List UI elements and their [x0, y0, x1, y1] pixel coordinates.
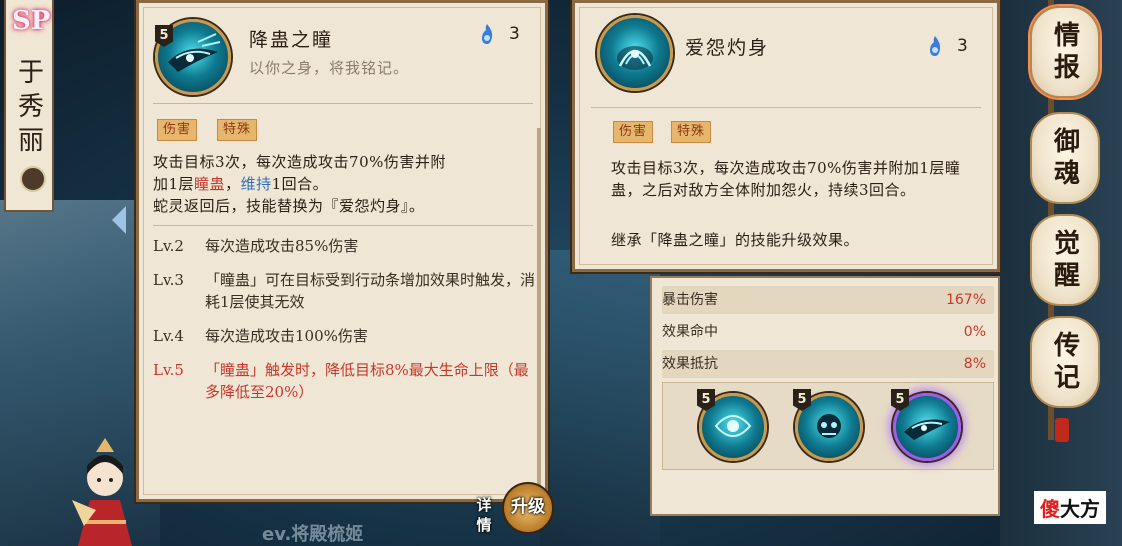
- keyword-duration[interactable]: 维持: [241, 175, 272, 193]
- stat-label: 效果抵抗: [662, 356, 718, 372]
- character-name-char: 丽: [17, 126, 44, 156]
- level-row: Lv.3 「瞳蛊」可在目标受到行动条增加效果时触发，消耗1层使其无效: [153, 269, 543, 313]
- stats-panel: 暴击伤害 167% 效果命中 0% 效果抵抗 8% 5 5 5: [650, 276, 1000, 516]
- tag-special: 特殊: [217, 119, 258, 141]
- tag-special: 特殊: [671, 121, 712, 143]
- level-label: Lv.3: [153, 271, 184, 289]
- skill-icon-ai-yuan: [597, 15, 673, 91]
- desc-text: 1回合。: [271, 175, 329, 193]
- skill-cost: 3: [957, 36, 968, 56]
- desc-text: 加1层: [153, 175, 195, 193]
- watermark-black: 大方: [1060, 497, 1100, 521]
- menu-label-char: 情报: [1053, 21, 1080, 83]
- upgrade-label: 升级: [511, 497, 545, 517]
- level-divider: [153, 225, 533, 226]
- skill-detail-card: 5 降蛊之瞳 以你之身，将我铭记。 3 伤害 特殊 攻击目标3次，每次造成攻击7…: [136, 0, 548, 502]
- menu-label-char: 觉醒: [1053, 229, 1080, 291]
- watermark-red: 傻: [1040, 497, 1060, 521]
- level-row: Lv.4 每次造成攻击100%伤害: [153, 325, 543, 347]
- skill-inherit-note: 继承「降蛊之瞳」的技能升级效果。: [611, 231, 860, 249]
- prev-skill-arrow-icon[interactable]: [112, 206, 126, 234]
- skill-description: 攻击目标3次，每次造成攻击70%伤害并附加1层瞳蛊，之后对敌方全体附加怨火，持续…: [611, 159, 961, 199]
- menu-label-char: 御魂: [1053, 127, 1080, 189]
- tassel-icon: [1055, 418, 1069, 442]
- level-row: Lv.2 每次造成攻击85%伤害: [153, 235, 543, 257]
- tag-damage: 伤害: [613, 121, 654, 143]
- character-name-char: 秀: [17, 92, 44, 122]
- level-text: 「瞳蛊」触发时，降低目标8%最大生命上限（最多降低至20%）: [205, 361, 529, 401]
- level-label: Lv.5: [153, 361, 184, 379]
- desc-line: 蛇灵返回后，技能替换为『爱怨灼身』。: [153, 197, 425, 215]
- menu-mitama-button[interactable]: 御魂: [1030, 112, 1100, 204]
- chibi-character-icon: [72, 438, 132, 546]
- watermark: 傻大方: [1034, 491, 1106, 524]
- bottom-skin-name: ev.将殿梳姬: [262, 524, 364, 545]
- desc-line: 加1层瞳蛊，维持1回合。: [153, 173, 543, 195]
- stat-row: 效果抵抗 8%: [662, 350, 994, 378]
- character-name-char: 于: [17, 58, 44, 88]
- menu-biography-button[interactable]: 传记: [1030, 316, 1100, 408]
- spirit-flame-icon: [617, 46, 653, 70]
- grade-badge: SP: [12, 6, 51, 36]
- stat-value: 167%: [945, 292, 986, 308]
- keyword-tong-gu[interactable]: 瞳蛊: [194, 175, 225, 193]
- stat-label: 效果命中: [662, 324, 718, 340]
- character-name: 于 秀 丽: [16, 56, 46, 158]
- skill-cost: 3: [509, 24, 520, 44]
- menu-label-char: 传记: [1053, 331, 1080, 393]
- level-text: 每次造成攻击85%伤害: [205, 237, 359, 255]
- stat-label: 暴击伤害: [662, 292, 718, 308]
- knot-icon: [20, 166, 46, 192]
- level-label: Lv.2: [153, 237, 184, 255]
- stat-row: 暴击伤害 167%: [662, 286, 994, 314]
- stat-value: 8%: [963, 356, 986, 372]
- level-text: 「瞳蛊」可在目标受到行动条增加效果时触发，消耗1层使其无效: [205, 271, 536, 311]
- menu-intel-button[interactable]: 情报: [1030, 6, 1100, 98]
- level-row-max: Lv.5 「瞳蛊」触发时，降低目标8%最大生命上限（最多降低至20%）: [153, 359, 543, 403]
- skill-subtitle: 以你之身，将我铭记。: [249, 59, 410, 77]
- stat-row: 效果命中 0%: [662, 318, 994, 346]
- desc-text: ，: [225, 175, 241, 193]
- character-name-banner: SP 于 秀 丽: [4, 0, 54, 212]
- stat-value: 0%: [963, 324, 986, 340]
- title-divider: [591, 107, 981, 108]
- title-divider: [153, 103, 533, 104]
- tag-damage: 伤害: [157, 119, 198, 141]
- level-text: 每次造成攻击100%伤害: [205, 327, 368, 345]
- card-scrollbar[interactable]: [537, 128, 541, 488]
- detail-label: 详情: [476, 496, 492, 534]
- level-label: Lv.4: [153, 327, 184, 345]
- detail-button[interactable]: 详情: [462, 492, 506, 536]
- skill-title: 爱怨灼身: [685, 37, 770, 59]
- evolved-skill-card: 爱怨灼身 3 伤害 特殊 攻击目标3次，每次造成攻击70%伤害并附加1层瞳蛊，之…: [572, 0, 1000, 272]
- onibi-cost-icon: [930, 36, 941, 56]
- menu-awaken-button[interactable]: 觉醒: [1030, 214, 1100, 306]
- skill-tray: 5 5 5: [662, 382, 994, 470]
- desc-line: 攻击目标3次，每次造成攻击70%伤害并附: [153, 153, 446, 171]
- background-fog-center: [540, 250, 660, 546]
- onibi-cost-icon: [482, 24, 493, 44]
- skill-title: 降蛊之瞳: [249, 29, 334, 51]
- skill-description: 攻击目标3次，每次造成攻击70%伤害并附 加1层瞳蛊，维持1回合。 蛇灵返回后，…: [153, 151, 543, 217]
- upgrade-button[interactable]: 升级: [502, 482, 554, 534]
